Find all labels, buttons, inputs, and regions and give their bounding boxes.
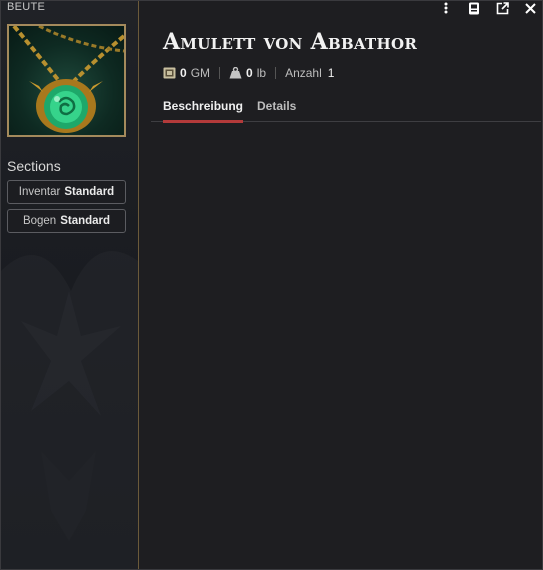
popout-icon[interactable] (494, 1, 510, 15)
sidebar: BEUTE Sections Inventar Standard Bogen S… (1, 1, 139, 569)
quantity-label: Anzahl (285, 66, 322, 80)
stat-divider (219, 67, 221, 79)
sheet-tabs: Beschreibung Details (151, 99, 541, 123)
weight-stat[interactable]: 0 lb (229, 66, 266, 80)
sheet-section-button[interactable]: Bogen Standard (7, 209, 126, 233)
item-sheet-window: BEUTE Sections Inventar Standard Bogen S… (0, 0, 543, 570)
tab-details[interactable]: Details (257, 99, 296, 122)
weight-value: 0 (246, 66, 253, 80)
item-type-label: BEUTE (7, 1, 46, 13)
price-unit: GM (190, 66, 211, 80)
quantity-value: 1 (327, 66, 335, 80)
coin-icon (163, 67, 176, 79)
sections-heading: Sections (7, 158, 61, 174)
tab-description[interactable]: Beschreibung (163, 99, 244, 123)
item-portrait[interactable] (7, 24, 126, 137)
inventory-section-label: Inventar (18, 186, 61, 198)
weight-unit: lb (256, 66, 267, 80)
weight-icon (229, 67, 242, 79)
close-icon[interactable] (522, 1, 538, 15)
price-stat[interactable]: 0 GM (163, 66, 210, 80)
green-amulet-icon (12, 26, 124, 133)
inventory-section-button[interactable]: Inventar Standard (7, 180, 126, 204)
stat-divider (275, 67, 277, 79)
item-name[interactable]: Amulett von Abbathor (163, 29, 417, 55)
window-controls (438, 1, 538, 15)
quantity-stat[interactable]: Anzahl 1 (285, 66, 334, 80)
inventory-section-value: Standard (64, 186, 115, 198)
sheet-section-label: Bogen (22, 215, 57, 227)
sheet-icon[interactable] (466, 1, 482, 15)
tab-content-area (151, 123, 541, 563)
price-value: 0 (180, 66, 187, 80)
more-vertical-icon[interactable] (438, 1, 454, 15)
sheet-section-value: Standard (60, 215, 111, 227)
item-stats: 0 GM 0 lb Anzahl 1 (163, 65, 334, 81)
